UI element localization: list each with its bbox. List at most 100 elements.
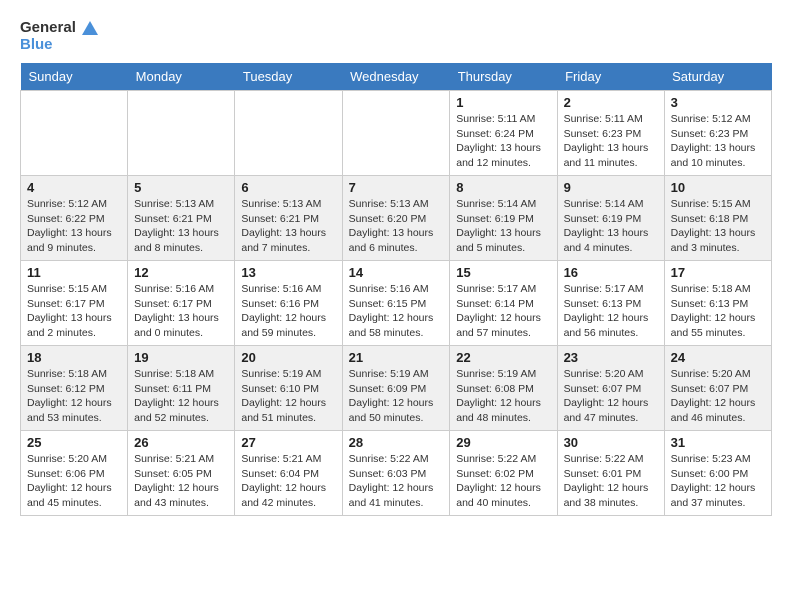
day-number: 1	[456, 95, 550, 110]
day-number: 15	[456, 265, 550, 280]
page-header: General Blue	[20, 20, 772, 53]
calendar-cell: 25 Sunrise: 5:20 AMSunset: 6:06 PMDayligh…	[21, 431, 128, 516]
weekday-header-sunday: Sunday	[21, 63, 128, 91]
day-detail: Sunrise: 5:22 AMSunset: 6:03 PMDaylight:…	[349, 453, 434, 509]
day-detail: Sunrise: 5:22 AMSunset: 6:02 PMDaylight:…	[456, 453, 541, 509]
weekday-header-friday: Friday	[557, 63, 664, 91]
weekday-header-row: SundayMondayTuesdayWednesdayThursdayFrid…	[21, 63, 772, 91]
calendar-cell: 5 Sunrise: 5:13 AMSunset: 6:21 PMDaylight…	[128, 176, 235, 261]
day-number: 31	[671, 435, 765, 450]
calendar-cell: 3 Sunrise: 5:12 AMSunset: 6:23 PMDaylight…	[664, 91, 771, 176]
day-number: 28	[349, 435, 444, 450]
day-detail: Sunrise: 5:20 AMSunset: 6:07 PMDaylight:…	[564, 368, 649, 424]
calendar-cell: 15 Sunrise: 5:17 AMSunset: 6:14 PMDayligh…	[450, 261, 557, 346]
calendar-cell: 13 Sunrise: 5:16 AMSunset: 6:16 PMDayligh…	[235, 261, 342, 346]
day-number: 6	[241, 180, 335, 195]
day-number: 29	[456, 435, 550, 450]
day-number: 9	[564, 180, 658, 195]
calendar-cell: 12 Sunrise: 5:16 AMSunset: 6:17 PMDayligh…	[128, 261, 235, 346]
calendar-cell: 9 Sunrise: 5:14 AMSunset: 6:19 PMDaylight…	[557, 176, 664, 261]
calendar-cell	[342, 91, 450, 176]
logo: General Blue	[20, 20, 98, 53]
calendar-cell: 21Sunrise: 5:19 AMSunset: 6:09 PMDayligh…	[342, 346, 450, 431]
calendar-cell: 24 Sunrise: 5:20 AMSunset: 6:07 PMDayligh…	[664, 346, 771, 431]
weekday-header-saturday: Saturday	[664, 63, 771, 91]
day-detail: Sunrise: 5:16 AMSunset: 6:17 PMDaylight:…	[134, 283, 219, 339]
calendar-cell: 30 Sunrise: 5:22 AMSunset: 6:01 PMDayligh…	[557, 431, 664, 516]
day-number: 5	[134, 180, 228, 195]
calendar-cell: 29 Sunrise: 5:22 AMSunset: 6:02 PMDayligh…	[450, 431, 557, 516]
day-detail: Sunrise: 5:11 AMSunset: 6:24 PMDaylight:…	[456, 113, 541, 169]
day-detail: Sunrise: 5:13 AMSunset: 6:20 PMDaylight:…	[349, 198, 434, 254]
day-number: 19	[134, 350, 228, 365]
calendar-cell: 26Sunrise: 5:21 AMSunset: 6:05 PMDayligh…	[128, 431, 235, 516]
weekday-header-wednesday: Wednesday	[342, 63, 450, 91]
day-detail: Sunrise: 5:14 AMSunset: 6:19 PMDaylight:…	[564, 198, 649, 254]
day-number: 12	[134, 265, 228, 280]
calendar-cell: 22Sunrise: 5:19 AMSunset: 6:08 PMDayligh…	[450, 346, 557, 431]
logo-text: General Blue	[20, 20, 98, 53]
calendar-week-row: 25 Sunrise: 5:20 AMSunset: 6:06 PMDayligh…	[21, 431, 772, 516]
day-detail: Sunrise: 5:20 AMSunset: 6:06 PMDaylight:…	[27, 453, 112, 509]
day-detail: Sunrise: 5:16 AMSunset: 6:16 PMDaylight:…	[241, 283, 326, 339]
day-detail: Sunrise: 5:17 AMSunset: 6:14 PMDaylight:…	[456, 283, 541, 339]
day-detail: Sunrise: 5:13 AMSunset: 6:21 PMDaylight:…	[134, 198, 219, 254]
day-detail: Sunrise: 5:11 AMSunset: 6:23 PMDaylight:…	[564, 113, 649, 169]
calendar-cell: 27 Sunrise: 5:21 AMSunset: 6:04 PMDayligh…	[235, 431, 342, 516]
day-number: 30	[564, 435, 658, 450]
day-number: 18	[27, 350, 121, 365]
calendar-cell: 6 Sunrise: 5:13 AMSunset: 6:21 PMDaylight…	[235, 176, 342, 261]
day-detail: Sunrise: 5:18 AMSunset: 6:13 PMDaylight:…	[671, 283, 756, 339]
day-detail: Sunrise: 5:14 AMSunset: 6:19 PMDaylight:…	[456, 198, 541, 254]
calendar-cell	[235, 91, 342, 176]
day-number: 27	[241, 435, 335, 450]
calendar-cell: 16Sunrise: 5:17 AMSunset: 6:13 PMDayligh…	[557, 261, 664, 346]
weekday-header-tuesday: Tuesday	[235, 63, 342, 91]
day-number: 23	[564, 350, 658, 365]
day-detail: Sunrise: 5:12 AMSunset: 6:23 PMDaylight:…	[671, 113, 756, 169]
day-detail: Sunrise: 5:23 AMSunset: 6:00 PMDaylight:…	[671, 453, 756, 509]
day-number: 16	[564, 265, 658, 280]
calendar-cell: 10 Sunrise: 5:15 AMSunset: 6:18 PMDayligh…	[664, 176, 771, 261]
day-detail: Sunrise: 5:18 AMSunset: 6:11 PMDaylight:…	[134, 368, 219, 424]
day-number: 17	[671, 265, 765, 280]
day-number: 25	[27, 435, 121, 450]
calendar-cell: 28 Sunrise: 5:22 AMSunset: 6:03 PMDayligh…	[342, 431, 450, 516]
calendar-cell: 1 Sunrise: 5:11 AMSunset: 6:24 PMDaylight…	[450, 91, 557, 176]
calendar-cell: 31 Sunrise: 5:23 AMSunset: 6:00 PMDayligh…	[664, 431, 771, 516]
day-number: 21	[349, 350, 444, 365]
day-number: 11	[27, 265, 121, 280]
calendar-cell: 14 Sunrise: 5:16 AMSunset: 6:15 PMDayligh…	[342, 261, 450, 346]
calendar-cell: 20Sunrise: 5:19 AMSunset: 6:10 PMDayligh…	[235, 346, 342, 431]
calendar-week-row: 18Sunrise: 5:18 AMSunset: 6:12 PMDayligh…	[21, 346, 772, 431]
day-detail: Sunrise: 5:21 AMSunset: 6:04 PMDaylight:…	[241, 453, 326, 509]
day-number: 14	[349, 265, 444, 280]
day-detail: Sunrise: 5:16 AMSunset: 6:15 PMDaylight:…	[349, 283, 434, 339]
calendar-cell: 17 Sunrise: 5:18 AMSunset: 6:13 PMDayligh…	[664, 261, 771, 346]
day-number: 26	[134, 435, 228, 450]
calendar-table: SundayMondayTuesdayWednesdayThursdayFrid…	[20, 63, 772, 516]
day-detail: Sunrise: 5:15 AMSunset: 6:17 PMDaylight:…	[27, 283, 112, 339]
day-detail: Sunrise: 5:12 AMSunset: 6:22 PMDaylight:…	[27, 198, 112, 254]
day-detail: Sunrise: 5:13 AMSunset: 6:21 PMDaylight:…	[241, 198, 326, 254]
weekday-header-monday: Monday	[128, 63, 235, 91]
day-number: 13	[241, 265, 335, 280]
day-detail: Sunrise: 5:20 AMSunset: 6:07 PMDaylight:…	[671, 368, 756, 424]
calendar-cell: 4 Sunrise: 5:12 AMSunset: 6:22 PMDaylight…	[21, 176, 128, 261]
day-number: 3	[671, 95, 765, 110]
calendar-cell: 18Sunrise: 5:18 AMSunset: 6:12 PMDayligh…	[21, 346, 128, 431]
day-number: 24	[671, 350, 765, 365]
day-number: 7	[349, 180, 444, 195]
calendar-week-row: 11 Sunrise: 5:15 AMSunset: 6:17 PMDayligh…	[21, 261, 772, 346]
day-number: 8	[456, 180, 550, 195]
calendar-cell: 8 Sunrise: 5:14 AMSunset: 6:19 PMDaylight…	[450, 176, 557, 261]
day-number: 2	[564, 95, 658, 110]
calendar-cell	[128, 91, 235, 176]
day-detail: Sunrise: 5:22 AMSunset: 6:01 PMDaylight:…	[564, 453, 649, 509]
day-number: 10	[671, 180, 765, 195]
day-number: 4	[27, 180, 121, 195]
calendar-week-row: 4 Sunrise: 5:12 AMSunset: 6:22 PMDaylight…	[21, 176, 772, 261]
day-number: 20	[241, 350, 335, 365]
day-detail: Sunrise: 5:15 AMSunset: 6:18 PMDaylight:…	[671, 198, 756, 254]
day-number: 22	[456, 350, 550, 365]
